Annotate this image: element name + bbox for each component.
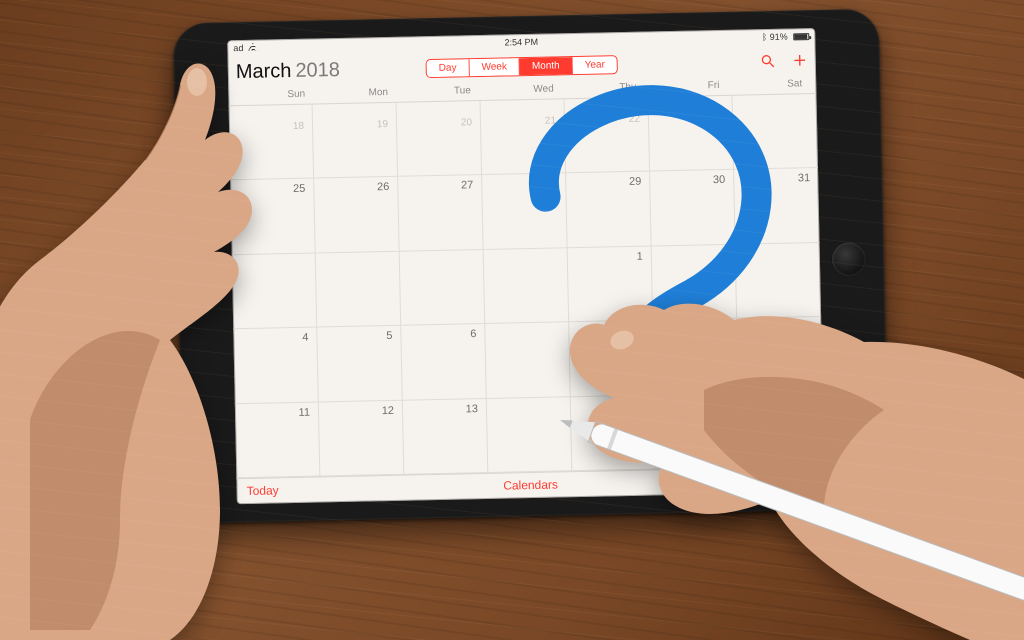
- cell[interactable]: 12: [319, 400, 405, 476]
- cell[interactable]: 5: [317, 326, 403, 402]
- seg-day[interactable]: Day: [427, 59, 470, 77]
- plus-icon[interactable]: [792, 52, 808, 68]
- cell[interactable]: 31: [734, 168, 820, 244]
- bluetooth-icon: ᛒ: [762, 32, 768, 42]
- cell[interactable]: 29: [566, 172, 652, 248]
- cell[interactable]: 21: [481, 99, 567, 175]
- photo-scene: ad 2:54 PM ᛒ 91% March2018 Day Week Mont…: [0, 0, 1024, 640]
- cell[interactable]: [648, 96, 734, 172]
- cell[interactable]: 20: [397, 101, 483, 177]
- cell[interactable]: 13: [403, 399, 489, 475]
- cell[interactable]: [316, 252, 402, 328]
- cell[interactable]: [400, 250, 486, 326]
- day-thu: Thu: [564, 82, 647, 95]
- year-label: 2018: [295, 58, 340, 81]
- day-mon: Mon: [315, 87, 398, 100]
- cell[interactable]: 30: [650, 170, 736, 246]
- cell[interactable]: 22: [565, 98, 651, 174]
- day-fri: Fri: [646, 80, 729, 93]
- day-tue: Tue: [398, 85, 481, 98]
- cell[interactable]: 28: [482, 174, 568, 250]
- day-sat: Sat: [729, 78, 812, 91]
- day-wed: Wed: [481, 83, 564, 96]
- cell[interactable]: 26: [314, 177, 400, 253]
- battery-pct: 91%: [770, 32, 788, 42]
- search-icon[interactable]: [760, 53, 776, 69]
- view-segmented-control[interactable]: Day Week Month Year: [426, 55, 619, 78]
- seg-year[interactable]: Year: [573, 56, 618, 74]
- battery-icon: [793, 33, 809, 40]
- cell[interactable]: [732, 94, 818, 170]
- cell[interactable]: 19: [313, 103, 399, 179]
- cell[interactable]: 6: [401, 324, 487, 400]
- cell[interactable]: 27: [398, 175, 484, 251]
- left-hand: [0, 40, 290, 640]
- seg-week[interactable]: Week: [469, 58, 520, 76]
- seg-month[interactable]: Month: [520, 57, 573, 75]
